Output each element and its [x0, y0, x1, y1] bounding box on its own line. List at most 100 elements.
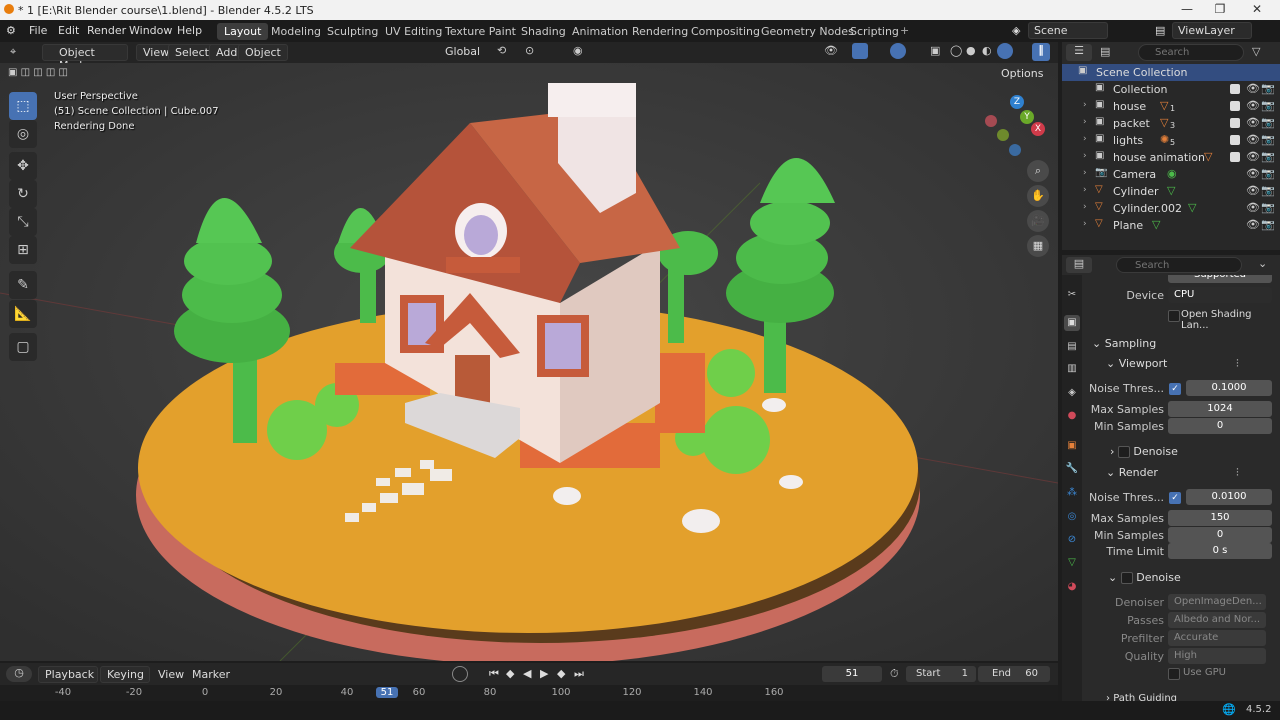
view-layer-tab-icon[interactable]: ▥ [1064, 361, 1080, 377]
exclude-checkbox[interactable] [1230, 118, 1240, 128]
scale-tool-icon[interactable]: ⤡ [9, 208, 37, 236]
timeline-ruler[interactable]: -40 -20 0 20 40 51 60 80 100 120 140 160 [0, 685, 1058, 701]
jump-end-icon[interactable]: ⏭ [574, 667, 584, 681]
select-box-tool-icon[interactable]: ⬚ [9, 92, 37, 120]
gizmo-neg-y[interactable] [997, 129, 1009, 141]
next-keyframe-icon[interactable]: ◆ [557, 667, 565, 680]
outliner-row-house[interactable]: › ▣ house ▽ 1 👁 📷 [1062, 98, 1280, 115]
tab-sculpting[interactable]: Sculpting [320, 23, 385, 40]
annotate-tool-icon[interactable]: ✎ [9, 271, 37, 299]
tab-scripting[interactable]: Scripting [843, 23, 906, 40]
exclude-checkbox[interactable] [1230, 152, 1240, 162]
output-tab-icon[interactable]: ▤ [1064, 339, 1080, 355]
editor-type-icon[interactable]: ⌖ [10, 45, 16, 59]
visibility-eye-icon[interactable]: 👁 [1246, 201, 1260, 214]
gizmo-neg-x[interactable] [985, 115, 997, 127]
vp-noise-field[interactable]: 0.1000 [1186, 380, 1272, 396]
playback-menu[interactable]: Playback [38, 666, 98, 683]
denoiser-dropdown[interactable]: OpenImageDen... [1168, 594, 1266, 610]
proportional-edit-icon[interactable]: ◉ [573, 44, 583, 57]
expand-arrow-icon[interactable]: › [1083, 185, 1087, 195]
vp-denoise-header[interactable]: › Denoise [1110, 445, 1178, 458]
rotate-tool-icon[interactable]: ↻ [9, 180, 37, 208]
exclude-checkbox[interactable] [1230, 135, 1240, 145]
menu-edit[interactable]: Edit [58, 24, 79, 37]
play-reverse-icon[interactable]: ◀ [523, 667, 531, 680]
timeline-view-menu[interactable]: View [158, 668, 184, 681]
menu-file[interactable]: File [29, 24, 47, 37]
render-camera-icon[interactable]: 📷 [1261, 133, 1275, 146]
menu-object[interactable]: Object [238, 44, 288, 61]
render-camera-icon[interactable]: 📷 [1261, 184, 1275, 197]
pause-render-icon[interactable]: ‖ [1032, 43, 1050, 61]
tab-texture-paint[interactable]: Texture Paint [438, 23, 523, 40]
vp-max-field[interactable]: 1024 [1168, 401, 1272, 417]
expand-arrow-icon[interactable]: › [1083, 168, 1087, 178]
scene-selector[interactable]: Scene [1028, 22, 1108, 39]
use-gpu-checkbox[interactable] [1168, 668, 1180, 680]
material-tab-icon[interactable]: ◕ [1064, 579, 1080, 595]
add-workspace-icon[interactable]: + [900, 24, 909, 37]
render-camera-icon[interactable]: 📷 [1261, 99, 1275, 112]
outliner-editor-icon[interactable]: ☰ [1066, 44, 1092, 61]
overlay-toggle-icon[interactable] [890, 43, 906, 59]
3d-viewport[interactable]: User Perspective (51) Scene Collection |… [0, 63, 1058, 661]
orientation-dropdown[interactable]: Global [445, 45, 480, 58]
transform-tool-icon[interactable]: ⊞ [9, 236, 37, 264]
visibility-eye-icon[interactable]: 👁 [1246, 116, 1260, 129]
r-time-field[interactable]: 0 s [1168, 543, 1272, 559]
tool-tab-icon[interactable]: ✂ [1064, 287, 1080, 303]
vp-noise-checkbox[interactable]: ✓ [1169, 383, 1181, 395]
material-shading-icon[interactable]: ◐ [982, 44, 992, 57]
measure-tool-icon[interactable]: 📐 [9, 300, 37, 328]
render-camera-icon[interactable]: 📷 [1261, 82, 1275, 95]
tab-layout[interactable]: Layout [217, 23, 269, 40]
osl-checkbox[interactable] [1168, 310, 1180, 322]
expand-arrow-icon[interactable]: › [1083, 134, 1087, 144]
timeline-marker-menu[interactable]: Marker [192, 668, 230, 681]
data-tab-icon[interactable]: ▽ [1064, 555, 1080, 571]
cursor-tool-icon[interactable]: ◎ [9, 120, 37, 148]
expand-arrow-icon[interactable]: › [1083, 100, 1087, 110]
timeline-editor-icon[interactable]: ◷ [6, 666, 32, 682]
visibility-eye-icon[interactable]: 👁 [1246, 150, 1260, 163]
outliner-row-plane[interactable]: › ▽ Plane ▽ 👁 📷 [1062, 217, 1280, 234]
passes-dropdown[interactable]: Albedo and Nor... [1168, 612, 1266, 628]
outliner-row-cylinder[interactable]: › ▽ Cylinder ▽ 👁 📷 [1062, 183, 1280, 200]
render-camera-icon[interactable]: 📷 [1261, 116, 1275, 129]
render-subpanel-header[interactable]: ⌄ Render [1106, 466, 1158, 479]
constraints-tab-icon[interactable]: ⊘ [1064, 532, 1080, 548]
vp-min-field[interactable]: 0 [1168, 418, 1272, 434]
visibility-eye-icon[interactable]: 👁 [1246, 133, 1260, 146]
outliner-row-cylinder-002[interactable]: › ▽ Cylinder.002 ▽ 👁 📷 [1062, 200, 1280, 217]
outliner-row-camera[interactable]: › 📷 Camera ◉ 👁 📷 [1062, 166, 1280, 183]
scene-tab-icon[interactable]: ◈ [1064, 385, 1080, 401]
object-tab-icon[interactable]: ▣ [1064, 438, 1080, 454]
filter-icon[interactable]: ▽ [1252, 45, 1260, 58]
gizmo-y-axis[interactable]: Y [1020, 110, 1034, 124]
pivot-icon[interactable]: ⟲ [497, 44, 506, 57]
particles-tab-icon[interactable]: ⁂ [1064, 485, 1080, 501]
r-denoise-checkbox[interactable] [1120, 572, 1133, 584]
visibility-eye-icon[interactable]: 👁 [1246, 218, 1260, 231]
close-icon[interactable]: ✕ [1250, 2, 1264, 16]
blender-menu-icon[interactable]: ⚙ [6, 24, 16, 37]
add-cube-tool-icon[interactable]: ▢ [9, 333, 37, 361]
properties-editor-icon[interactable]: ▤ [1066, 257, 1092, 273]
move-tool-icon[interactable]: ✥ [9, 152, 37, 180]
tab-modeling[interactable]: Modeling [264, 23, 328, 40]
view-layer-icon[interactable]: ▤ [1155, 24, 1165, 37]
xray-icon[interactable]: ▣ [930, 44, 940, 57]
gizmo-neg-z[interactable] [1009, 144, 1021, 156]
wireframe-shading-icon[interactable]: ◯ [950, 44, 962, 57]
visibility-eye-icon[interactable]: 👁 [1246, 99, 1260, 112]
menu-window[interactable]: Window [129, 24, 172, 37]
render-camera-icon[interactable]: 📷 [1261, 150, 1275, 163]
scene-icon[interactable]: ◈ [1012, 24, 1020, 37]
zoom-icon[interactable]: ⌕ [1027, 160, 1049, 182]
feature-set-field[interactable]: Supported [1168, 275, 1272, 283]
r-max-field[interactable]: 150 [1168, 510, 1272, 526]
render-tab-icon[interactable]: ▣ [1064, 315, 1080, 331]
visibility-eye-icon[interactable]: 👁 [1246, 184, 1260, 197]
r-noise-field[interactable]: 0.0100 [1186, 489, 1272, 505]
